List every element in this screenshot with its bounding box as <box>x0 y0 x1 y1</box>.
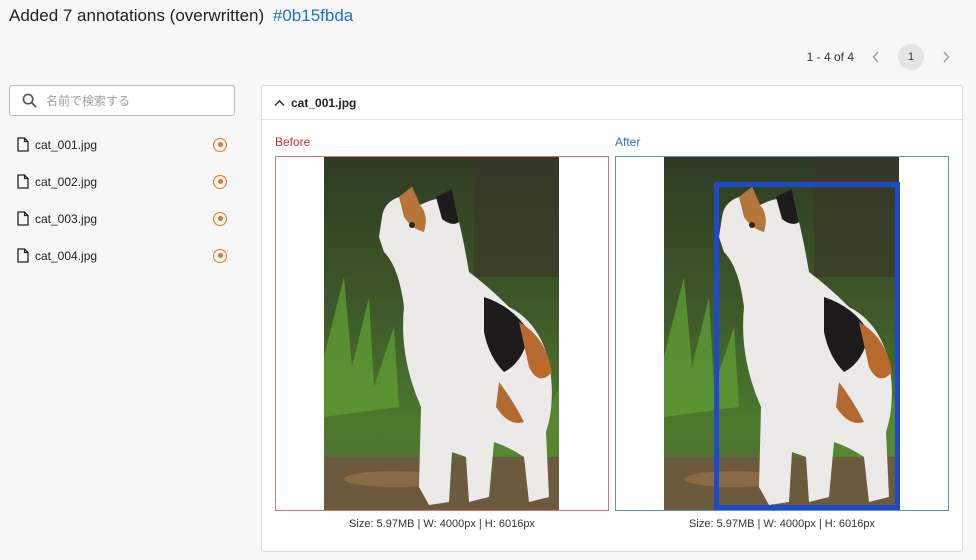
file-name: cat_003.jpg <box>35 211 98 226</box>
search-icon <box>22 93 37 108</box>
pending-status-icon <box>213 137 227 152</box>
file-list-item[interactable]: cat_002.jpg <box>9 163 235 200</box>
file-name: cat_001.jpg <box>35 137 98 152</box>
file-list-item[interactable]: cat_001.jpg <box>9 126 235 163</box>
pagination: 1 - 4 of 4 1 <box>807 44 958 70</box>
commit-hash-link[interactable]: #0b15fbda <box>273 6 353 25</box>
after-label: After <box>615 135 641 149</box>
page-title: Added 7 annotations (overwritten) <box>9 6 265 25</box>
after-image-info: Size: 5.97MB | W: 4000px | H: 6016px <box>689 518 875 530</box>
annotation-bounding-box[interactable] <box>714 182 900 510</box>
chevron-left-icon <box>872 51 879 63</box>
pagination-range: 1 - 4 of 4 <box>806 50 854 64</box>
before-image-frame <box>275 156 609 511</box>
prev-page-button[interactable] <box>864 45 888 69</box>
page-1-button[interactable]: 1 <box>898 44 924 70</box>
chevron-right-icon <box>943 51 950 63</box>
file-icon <box>17 248 29 263</box>
file-icon <box>17 137 29 152</box>
diff-panel-header[interactable]: cat_001.jpg <box>262 86 962 120</box>
next-page-button[interactable] <box>934 45 958 69</box>
cat-image <box>324 157 559 510</box>
diff-panel: cat_001.jpg Before After Size: 5.97MB | … <box>261 85 963 552</box>
chevron-up-icon <box>274 99 285 106</box>
file-name: cat_004.jpg <box>35 248 98 263</box>
page-header: Added 7 annotations (overwritten) #0b15f… <box>9 6 353 26</box>
pending-status-icon <box>213 248 227 263</box>
search-input[interactable] <box>46 93 216 108</box>
after-image-frame <box>615 156 949 511</box>
pending-status-icon <box>213 211 227 226</box>
diff-panel-title: cat_001.jpg <box>291 95 357 110</box>
file-name: cat_002.jpg <box>35 174 98 189</box>
before-label: Before <box>275 135 311 149</box>
file-icon <box>17 211 29 226</box>
search-box <box>9 85 235 116</box>
file-list-item[interactable]: cat_004.jpg <box>9 237 235 274</box>
file-list-item[interactable]: cat_003.jpg <box>9 200 235 237</box>
before-image-info: Size: 5.97MB | W: 4000px | H: 6016px <box>349 518 535 530</box>
pending-status-icon <box>213 174 227 189</box>
file-list: cat_001.jpg cat_002.jpg cat_003.jpg cat_… <box>9 126 235 274</box>
file-icon <box>17 174 29 189</box>
